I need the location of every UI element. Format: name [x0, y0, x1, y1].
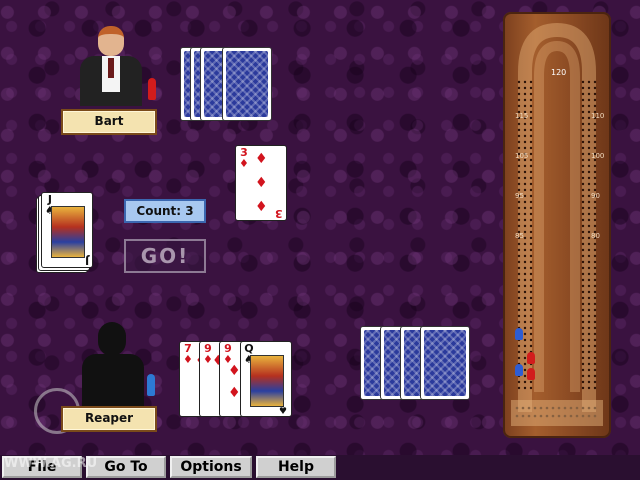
played-card-index: 3 ♦	[239, 146, 249, 170]
human-avatar	[78, 322, 148, 408]
played-card-pip: ♦	[255, 199, 268, 215]
watermark-text: WWW.AG.RU	[4, 456, 98, 471]
opponent-card	[222, 47, 272, 121]
opponent-nameplate: Bart	[61, 109, 157, 135]
played-card-pip: ♦	[255, 175, 268, 191]
board-label: 100	[591, 152, 605, 160]
queen-face-icon	[250, 355, 284, 407]
help-menu-button[interactable]: Help	[256, 456, 336, 478]
board-label: 95	[515, 192, 524, 200]
opponent-name: Bart	[94, 114, 124, 128]
cut-card-index-bottom: J	[84, 254, 89, 267]
count-label: Count: 3	[136, 204, 194, 218]
board-label: 105	[515, 152, 529, 160]
cribbage-board: 120 115 110 105 100 95 90 85 80	[503, 12, 611, 438]
human-nameplate: Reaper	[61, 406, 157, 432]
human-name: Reaper	[84, 411, 134, 425]
count-display: Count: 3	[124, 199, 206, 223]
blue-peg[interactable]	[515, 328, 523, 340]
jack-face-icon	[51, 206, 85, 258]
opponent-avatar	[70, 24, 150, 110]
blue-peg[interactable]	[515, 364, 523, 376]
hand-card[interactable]: Q ♠ ♠	[240, 341, 292, 417]
board-label: 85	[515, 232, 524, 240]
red-peg[interactable]	[527, 368, 535, 380]
board-label: 110	[591, 112, 605, 120]
red-peg[interactable]	[527, 352, 535, 364]
human-peg-icon	[147, 374, 155, 396]
board-label: 115	[515, 112, 529, 120]
opponent-peg-icon	[148, 78, 156, 100]
played-card: 3 ♦ ♦ ♦ ♦ 3	[235, 145, 287, 221]
played-card-index-bottom: 3	[275, 207, 283, 220]
played-card-pip: ♦	[255, 151, 268, 167]
goto-menu-button[interactable]: Go To	[86, 456, 166, 478]
go-button-label: GO!	[140, 244, 190, 268]
board-label: 90	[591, 192, 600, 200]
board-label: 120	[551, 68, 567, 77]
options-menu-button[interactable]: Options	[170, 456, 252, 478]
board-label: 80	[591, 232, 600, 240]
cut-card[interactable]: J ♠ J	[41, 192, 93, 268]
crib-card	[420, 326, 470, 400]
go-button[interactable]: GO!	[124, 239, 206, 273]
